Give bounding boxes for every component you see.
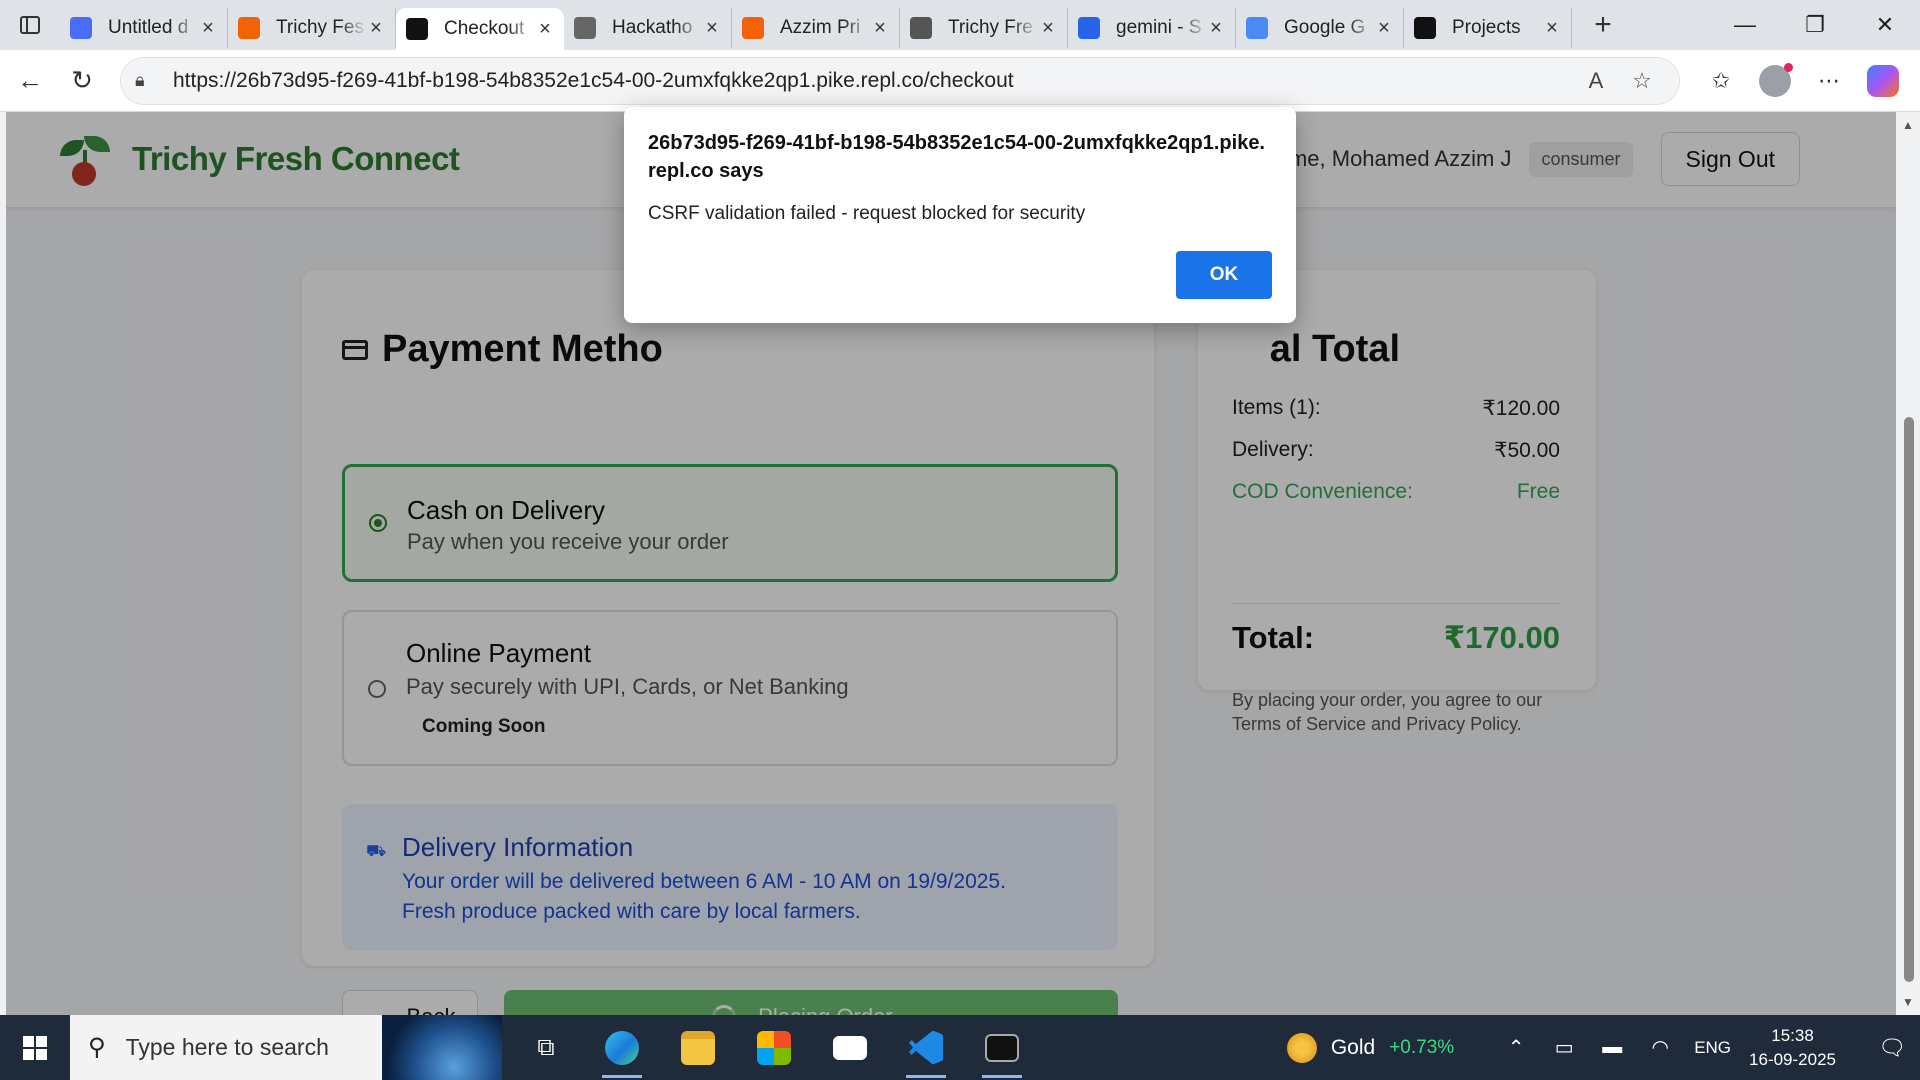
scrollbar-thumb[interactable]	[1904, 417, 1914, 982]
folder-icon	[681, 1030, 715, 1065]
url-text: https://26b73d95-f269-41bf-b198-54b8352e…	[173, 68, 1014, 92]
copilot-icon	[1867, 64, 1899, 97]
favorite-star-icon[interactable]: ☆	[1619, 68, 1665, 94]
tab-3[interactable]: Hackatho ×	[564, 8, 732, 48]
replit-icon	[238, 17, 260, 39]
search-highlight-icon	[382, 1015, 502, 1080]
read-aloud-icon[interactable]: A	[1573, 68, 1619, 94]
tab-1[interactable]: Trichy Fes ×	[228, 8, 396, 48]
task-view-button[interactable]: ⧉	[508, 1015, 584, 1080]
tab-7[interactable]: Google G ×	[1236, 8, 1404, 48]
taskbar-edge[interactable]	[584, 1015, 660, 1080]
scroll-down-icon[interactable]: ▼	[1902, 995, 1914, 1009]
tab-label: Checkout	[444, 18, 525, 39]
address-bar-row: ← ↻ 🔒︎ https://26b73d95-f269-41bf-b198-5…	[0, 50, 1920, 112]
taskbar-search[interactable]: ⚲ Type here to search	[70, 1015, 502, 1080]
ticker-change: +0.73%	[1389, 1036, 1455, 1058]
notifications-icon[interactable]: 🗨︎	[1864, 1035, 1920, 1061]
close-window-button[interactable]: ✕	[1850, 0, 1920, 50]
restore-button[interactable]: ❐	[1780, 0, 1850, 50]
vscode-icon	[909, 1030, 943, 1065]
search-icon: ⚲	[88, 1034, 106, 1061]
search-icon	[1078, 17, 1100, 39]
clock[interactable]: 15:38 16-09-2025	[1749, 1024, 1836, 1072]
wifi-icon[interactable]: ◠	[1636, 1035, 1684, 1060]
tab-4[interactable]: Azzim Pri ×	[732, 8, 900, 48]
taskbar: ⚲ Type here to search ⧉ Gold +0.73% ⌃ ▭ …	[0, 1015, 1920, 1080]
close-tab-icon[interactable]: ×	[367, 17, 385, 40]
docs-icon	[70, 17, 92, 39]
terminal-icon	[985, 1033, 1019, 1062]
tab-8[interactable]: Projects ×	[1404, 8, 1572, 48]
battery-icon[interactable]: ▬	[1588, 1036, 1636, 1059]
close-tab-icon[interactable]: ×	[199, 17, 217, 40]
taskbar-vscode[interactable]	[888, 1015, 964, 1080]
close-tab-icon[interactable]: ×	[1375, 17, 1393, 40]
close-tab-icon[interactable]: ×	[703, 17, 721, 40]
more-menu-icon[interactable]: ⋯	[1802, 56, 1856, 106]
close-tab-icon[interactable]: ×	[1039, 17, 1057, 40]
tab-0[interactable]: Untitled d ×	[60, 8, 228, 48]
tab-bar: Untitled d × Trichy Fes × Checkout × Hackatho ×…	[0, 0, 1920, 50]
chevron-up-icon[interactable]: ⌃	[1492, 1035, 1540, 1060]
page-scrollbar[interactable]: ▲ ▼	[1896, 112, 1920, 1015]
ok-button[interactable]: OK	[1176, 251, 1272, 299]
new-tab-button[interactable]: +	[1578, 8, 1628, 42]
tab-label: Google G	[1284, 17, 1366, 38]
tab-label: Projects	[1452, 17, 1521, 38]
alert-dialog: 26b73d95-f269-41bf-b198-54b8352e1c54-00-…	[624, 107, 1296, 323]
clock-time: 15:38	[1771, 1025, 1814, 1045]
dialog-title: 26b73d95-f269-41bf-b198-54b8352e1c54-00-…	[648, 132, 1265, 182]
taskbar-explorer[interactable]	[660, 1015, 736, 1080]
checkout-icon	[406, 18, 428, 40]
dialog-message: CSRF validation failed - request blocked…	[648, 203, 1086, 224]
hackathon-icon	[574, 17, 596, 39]
tab-5[interactable]: Trichy Fre ×	[900, 8, 1068, 48]
favorites-icon[interactable]: ✩	[1694, 56, 1748, 106]
tab-label: Hackatho	[612, 17, 693, 38]
gold-ticker-icon[interactable]	[1286, 1032, 1317, 1063]
taskbar-store[interactable]	[736, 1015, 812, 1080]
tab-actions-icon	[20, 16, 40, 34]
github-icon	[1414, 17, 1436, 39]
close-tab-icon[interactable]: ×	[871, 17, 889, 40]
lock-icon: 🔒︎	[135, 70, 145, 90]
close-tab-icon[interactable]: ×	[1207, 17, 1225, 40]
edge-icon	[605, 1030, 639, 1065]
taskbar-mail[interactable]	[812, 1015, 888, 1080]
clock-date: 16-09-2025	[1749, 1049, 1836, 1069]
start-button[interactable]	[0, 1015, 70, 1080]
tab-6[interactable]: gemini - S ×	[1068, 8, 1236, 48]
gemini-icon	[1246, 17, 1268, 39]
close-tab-icon[interactable]: ×	[536, 18, 554, 41]
profile-button[interactable]	[1748, 56, 1802, 106]
avatar	[1759, 62, 1793, 97]
taskbar-terminal[interactable]	[964, 1015, 1040, 1080]
replit-icon	[742, 17, 764, 39]
tab-2[interactable]: Checkout ×	[396, 8, 564, 50]
tab-actions-button[interactable]	[0, 0, 60, 50]
windows-icon	[23, 1035, 47, 1060]
tab-label: gemini - S	[1116, 17, 1202, 38]
task-view-icon: ⧉	[537, 1033, 555, 1061]
language-indicator[interactable]: ENG	[1694, 1038, 1731, 1058]
minimize-button[interactable]: —	[1710, 0, 1780, 50]
url-field[interactable]: 🔒︎ https://26b73d95-f269-41bf-b198-54b83…	[120, 56, 1680, 105]
system-tray: Gold +0.73% ⌃ ▭ ▬ ◠ ENG 15:38 16-09-2025…	[1286, 1015, 1920, 1080]
close-tab-icon[interactable]: ×	[1543, 17, 1561, 40]
tab-label: Untitled d	[108, 17, 189, 38]
tab-label: Azzim Pri	[780, 17, 861, 38]
mail-icon	[833, 1035, 867, 1060]
copilot-button[interactable]	[1856, 56, 1910, 106]
tab-label: Trichy Fes	[276, 17, 364, 38]
meet-icon[interactable]: ▭	[1540, 1035, 1588, 1060]
scroll-up-icon[interactable]: ▲	[1902, 118, 1914, 132]
ticker-name[interactable]: Gold	[1331, 1036, 1375, 1060]
taskbar-search-placeholder: Type here to search	[125, 1034, 329, 1060]
back-nav-button[interactable]: ←	[4, 55, 56, 107]
store-icon	[757, 1030, 791, 1065]
tab-label: Trichy Fre	[948, 17, 1033, 38]
refresh-button[interactable]: ↻	[56, 55, 108, 107]
globe-icon	[910, 17, 932, 39]
